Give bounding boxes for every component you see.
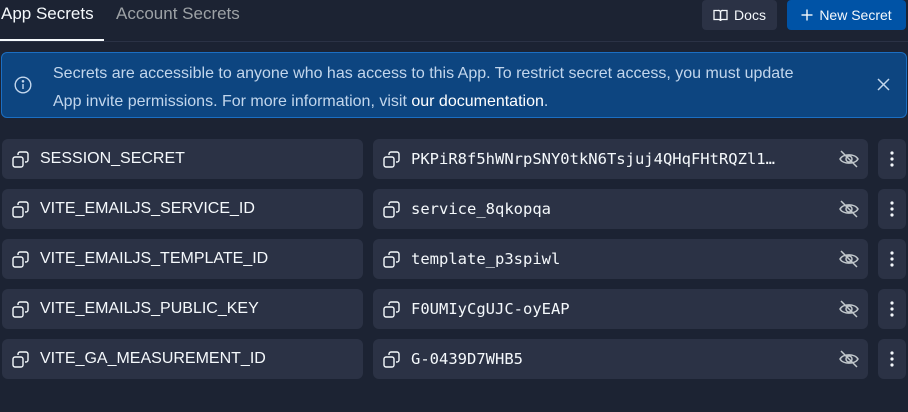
secret-key-field: VITE_EMAILJS_TEMPLATE_ID: [2, 239, 363, 279]
banner-message: Secrets are accessible to anyone who has…: [53, 60, 823, 116]
info-banner: Secrets are accessible to anyone who has…: [1, 52, 907, 118]
secret-key-field: VITE_EMAILJS_SERVICE_ID: [2, 189, 363, 229]
secret-key: SESSION_SECRET: [40, 150, 185, 167]
copy-value-icon[interactable]: [381, 149, 401, 169]
copy-key-icon[interactable]: [10, 349, 30, 369]
secret-value-field: G-0439D7WHB5: [373, 339, 868, 379]
secret-value-field: F0UMIyCgUJC-oyEAP: [373, 289, 868, 329]
more-options-icon[interactable]: [878, 239, 906, 279]
secret-value: G-0439D7WHB5: [411, 350, 523, 368]
eye-off-icon[interactable]: [838, 149, 860, 169]
more-options-icon[interactable]: [878, 289, 906, 329]
secret-key: VITE_EMAILJS_TEMPLATE_ID: [40, 250, 269, 267]
copy-key-icon[interactable]: [10, 199, 30, 219]
eye-off-icon[interactable]: [838, 249, 860, 269]
tab-app-secrets[interactable]: App Secrets: [0, 0, 104, 41]
eye-off-icon[interactable]: [838, 199, 860, 219]
secret-key-field: VITE_GA_MEASUREMENT_ID: [2, 339, 363, 379]
secret-row: SESSION_SECRET PKPiR8f5hWNrpSNY0tkN6Tsjuj…: [2, 139, 906, 179]
copy-key-icon[interactable]: [10, 249, 30, 269]
secret-key: VITE_EMAILJS_SERVICE_ID: [40, 200, 255, 217]
more-options-icon[interactable]: [878, 339, 906, 379]
copy-value-icon[interactable]: [381, 199, 401, 219]
secret-value: service_8qkopqa: [411, 200, 551, 218]
secret-row: VITE_GA_MEASUREMENT_ID G-0439D7WHB5: [2, 339, 906, 379]
info-icon: [14, 76, 32, 99]
secret-row: VITE_EMAILJS_PUBLIC_KEY F0UMIyCgUJC-oyEAP: [2, 289, 906, 329]
tab-account-secrets[interactable]: Account Secrets: [116, 0, 240, 40]
docs-button[interactable]: Docs: [702, 0, 777, 30]
secret-key: VITE_GA_MEASUREMENT_ID: [40, 350, 266, 367]
secret-value: template_p3spiwl: [411, 250, 561, 268]
secret-value: F0UMIyCgUJC-oyEAP: [411, 300, 570, 318]
more-options-icon[interactable]: [878, 139, 906, 179]
secret-key-field: VITE_EMAILJS_PUBLIC_KEY: [2, 289, 363, 329]
copy-key-icon[interactable]: [10, 149, 30, 169]
copy-value-icon[interactable]: [381, 349, 401, 369]
copy-value-icon[interactable]: [381, 299, 401, 319]
plus-icon: [801, 9, 813, 21]
book-icon: [713, 9, 728, 22]
copy-value-icon[interactable]: [381, 249, 401, 269]
secret-value-field: template_p3spiwl: [373, 239, 868, 279]
secret-value: PKPiR8f5hWNrpSNY0tkN6Tsjuj4QHqFHtRQZl1…: [411, 150, 775, 168]
eye-off-icon[interactable]: [838, 299, 860, 319]
close-icon[interactable]: [877, 78, 890, 96]
secret-value-field: service_8qkopqa: [373, 189, 868, 229]
docs-button-label: Docs: [734, 7, 766, 23]
copy-key-icon[interactable]: [10, 299, 30, 319]
secret-key: VITE_EMAILJS_PUBLIC_KEY: [40, 300, 259, 317]
documentation-link[interactable]: our documentation: [411, 93, 544, 110]
secret-row: VITE_EMAILJS_TEMPLATE_ID template_p3spiwl: [2, 239, 906, 279]
new-secret-button-label: New Secret: [819, 7, 892, 23]
secret-row: VITE_EMAILJS_SERVICE_ID service_8qkopqa: [2, 189, 906, 229]
eye-off-icon[interactable]: [838, 349, 860, 369]
banner-suffix: .: [543, 93, 549, 110]
more-options-icon[interactable]: [878, 189, 906, 229]
secret-value-field: PKPiR8f5hWNrpSNY0tkN6Tsjuj4QHqFHtRQZl1…: [373, 139, 868, 179]
app-secrets-page: App Secrets Account Secrets Docs New Sec…: [0, 0, 908, 412]
secret-key-field: SESSION_SECRET: [2, 139, 363, 179]
secrets-tabs: App Secrets Account Secrets Docs New Sec…: [0, 0, 908, 42]
new-secret-button[interactable]: New Secret: [787, 0, 906, 30]
